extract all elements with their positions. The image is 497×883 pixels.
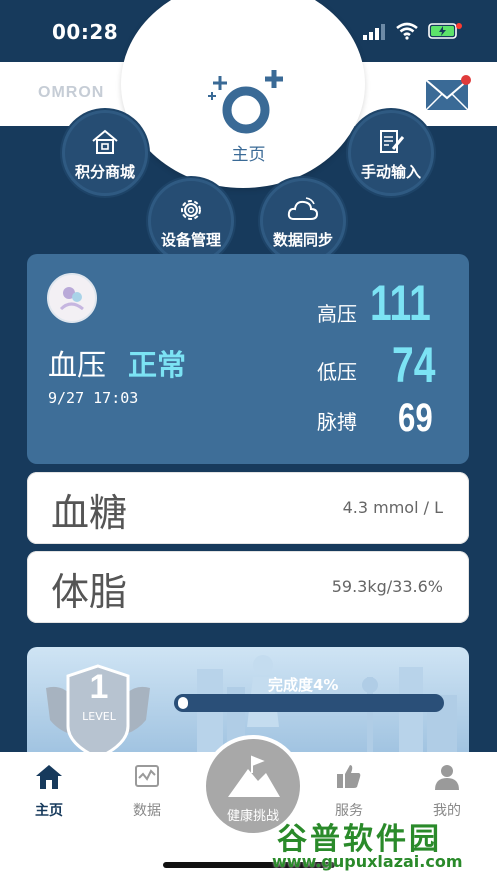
challenge-progress-fill (178, 697, 188, 709)
bp-date: 9/27 17:03 (48, 389, 139, 407)
completion-percent: 完成度4% (268, 676, 339, 694)
device-manage-label: 设备管理 (160, 231, 221, 249)
device-manage-button[interactable]: 设备管理 (148, 178, 234, 264)
watermark-url: www.gupuxlazai.com (272, 852, 463, 871)
blood-sugar-title: 血糖 (51, 491, 128, 535)
diastolic-label: 低压 (317, 360, 357, 384)
house-icon (92, 129, 118, 154)
chart-document-icon (135, 765, 159, 787)
battery-charging-icon (428, 23, 462, 39)
user-icon (435, 765, 459, 790)
omron-logo: OMRON (38, 84, 105, 101)
tab-data-label: 数据 (133, 803, 161, 819)
data-sync-label: 数据同步 (272, 231, 333, 249)
cloud-icon (287, 197, 319, 220)
blood-sugar-row[interactable]: 血糖 4.3 mmol / L (27, 472, 469, 544)
challenge-progress-bar (174, 694, 444, 712)
mountain-flag-icon (228, 755, 280, 797)
pulse-value: 69 (398, 396, 433, 440)
level-number: 1 (89, 668, 109, 706)
bp-title: 血压 (48, 348, 107, 382)
avatar-illustration-icon (59, 287, 84, 311)
body-fat-row[interactable]: 体脂 59.3kg/33.6% (27, 551, 469, 623)
gear-icon (181, 200, 201, 220)
tab-home-label: 主页 (35, 803, 63, 819)
avatar[interactable] (47, 273, 97, 323)
mail-icon[interactable] (424, 74, 472, 114)
wifi-icon (396, 22, 418, 40)
points-mall-button[interactable]: 积分商城 (62, 110, 148, 196)
bp-status: 正常 (128, 348, 187, 382)
cellular-signal-icon (363, 24, 385, 40)
data-sync-button[interactable]: 数据同步 (260, 178, 346, 264)
manual-input-label: 手动输入 (360, 163, 421, 181)
diastolic-value: 74 (392, 337, 436, 393)
systolic-label: 高压 (317, 302, 357, 326)
thumbs-up-icon (337, 765, 361, 788)
points-mall-label: 积分商城 (74, 163, 135, 181)
blood-sugar-value: 4.3 mmol / L (342, 498, 443, 517)
home-icon (36, 765, 62, 789)
systolic-value: 111 (370, 275, 431, 331)
omron-home-icon (208, 70, 283, 134)
status-time: 00:28 (52, 20, 119, 44)
pulse-label: 脉搏 (317, 410, 357, 434)
edit-document-icon (380, 130, 405, 153)
body-fat-title: 体脂 (51, 570, 128, 614)
body-fat-value: 59.3kg/33.6% (331, 577, 443, 596)
level-text: LEVEL (82, 710, 116, 723)
manual-input-button[interactable]: 手动输入 (348, 110, 434, 196)
